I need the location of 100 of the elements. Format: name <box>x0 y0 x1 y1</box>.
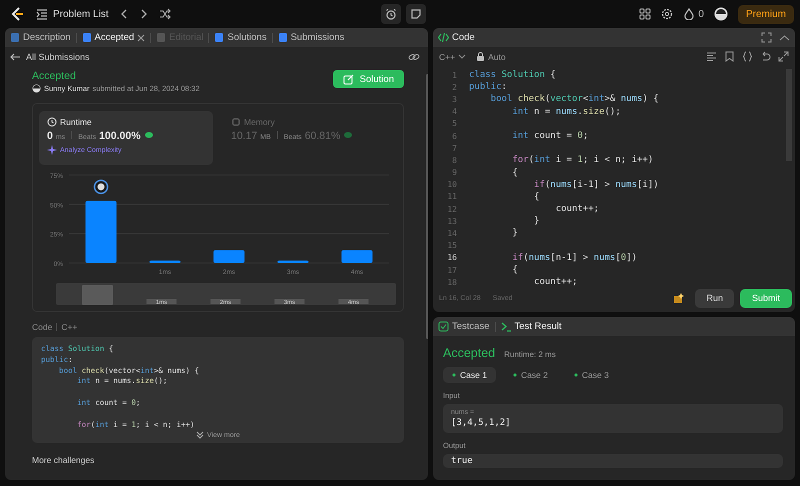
case-tab[interactable]: Case 2 <box>504 367 557 383</box>
tab-icon <box>82 32 92 43</box>
run-button[interactable]: Run <box>695 288 734 308</box>
avatar-icon[interactable] <box>714 7 728 21</box>
back-arrow-icon <box>10 52 21 62</box>
collapse-icon[interactable] <box>779 32 790 42</box>
line-number: 2 <box>451 82 458 92</box>
stat-title-text: Memory <box>244 117 275 127</box>
line-number: 10 <box>446 180 458 190</box>
logo-icon <box>10 6 26 22</box>
line-number: 3 <box>451 94 458 104</box>
grid-icon[interactable] <box>639 8 652 20</box>
fullscreen-icon[interactable] <box>761 32 772 43</box>
streak-count[interactable]: 0 <box>698 8 704 20</box>
tab[interactable]: Testcase <box>438 321 490 332</box>
line-number: 6 <box>451 132 458 141</box>
case-tab[interactable]: Case 3 <box>564 367 618 383</box>
line-number: 15 <box>446 241 458 250</box>
note-button[interactable] <box>406 4 426 24</box>
line-number: 5 <box>451 119 458 128</box>
tab[interactable]: Test Result <box>500 321 562 332</box>
code-icon <box>438 32 449 43</box>
pass-dot-icon <box>452 373 456 377</box>
sparkle-box-icon[interactable] <box>673 292 686 304</box>
beats-icon <box>144 131 154 139</box>
format-icon[interactable] <box>706 51 717 62</box>
link-icon[interactable] <box>408 52 420 62</box>
shuffle-icon[interactable] <box>158 8 171 20</box>
code-line: public: <box>469 81 507 94</box>
code-line: if(nums[i-1] > nums[i]) <box>533 178 659 191</box>
code-line: } <box>533 215 540 228</box>
tab[interactable]: Accepted <box>82 32 146 43</box>
sparkle-icon <box>47 145 57 155</box>
line-number: 17 <box>446 266 458 275</box>
line-number: 4 <box>451 107 458 116</box>
language-dropdown[interactable]: C++ <box>439 52 466 62</box>
code-line: int n = nums.size(); <box>511 106 621 118</box>
line-number: 9 <box>451 168 458 178</box>
code-line: count++; <box>554 203 600 216</box>
settings-icon[interactable] <box>661 8 674 20</box>
panel-title: Code <box>452 32 475 43</box>
runtime-text: Runtime: 2 ms <box>504 350 556 359</box>
line-number: 13 <box>446 216 458 226</box>
tab-icon <box>278 32 288 43</box>
beats-icon <box>343 131 354 139</box>
stat-title-text: Runtime <box>60 117 92 127</box>
auto-mode-toggle[interactable]: Auto <box>476 52 506 62</box>
code-line: { <box>511 166 518 179</box>
close-icon[interactable] <box>137 34 146 42</box>
back-link[interactable]: All Submissions <box>10 52 90 62</box>
problem-list-link[interactable]: Problem List <box>53 8 109 20</box>
code-line: count++; <box>533 276 578 288</box>
more-challenges-heading: More challenges <box>32 455 96 466</box>
expand-icon[interactable] <box>778 51 789 62</box>
line-number: 14 <box>446 229 458 238</box>
code-line: int count = 0; <box>511 130 588 142</box>
terminal-icon <box>500 321 512 332</box>
chevron-right-icon[interactable] <box>138 8 149 20</box>
code-label: Code <box>32 322 52 332</box>
code-line: if(nums[n-1] > nums[0]) <box>511 252 638 264</box>
undo-icon[interactable] <box>760 51 771 62</box>
beats-percent: 100.00% <box>99 130 141 142</box>
tab-icon <box>156 32 166 43</box>
line-number: 12 <box>446 204 458 214</box>
bookmark-icon[interactable] <box>724 51 735 62</box>
result-status: Accepted <box>443 346 496 360</box>
line-number: 8 <box>451 156 458 165</box>
note-icon <box>410 8 422 20</box>
double-chevron-icon <box>196 431 204 440</box>
code-line: { <box>511 264 518 276</box>
stat-value: 10.17 <box>231 130 258 142</box>
alarm-clock-button[interactable] <box>381 4 401 24</box>
output-value: true <box>451 456 474 466</box>
line-number: 11 <box>446 192 458 202</box>
pass-dot-icon <box>512 373 517 377</box>
language-label: C++ <box>61 322 78 332</box>
tab[interactable]: Description <box>10 32 71 43</box>
tab[interactable]: Submissions <box>278 32 344 43</box>
line-number: 7 <box>451 144 458 153</box>
code-line: bool check(vector<int>& nums) { <box>490 93 659 106</box>
clock-icon <box>47 117 57 127</box>
pass-dot-icon <box>574 373 578 377</box>
code-line: class Solution { <box>469 69 556 82</box>
code-line: for(int i = 1; i < n; i++) <box>511 154 654 167</box>
line-number: 1 <box>451 70 458 80</box>
lock-icon <box>476 52 486 62</box>
code-line: { <box>533 190 540 204</box>
list-icon[interactable] <box>36 8 48 20</box>
checkbox-icon <box>438 321 449 332</box>
premium-button[interactable]: Premium <box>738 4 794 24</box>
braces-icon[interactable] <box>742 51 753 62</box>
chip-icon <box>231 117 241 127</box>
tab[interactable]: Solutions <box>214 32 267 43</box>
avatar-marker-icon <box>94 180 108 194</box>
parameter-value: [3,4,5,1,2] <box>451 418 512 428</box>
beats-percent: 60.81% <box>304 130 340 142</box>
caret-icon <box>458 53 466 60</box>
chevron-left-icon[interactable] <box>118 8 129 20</box>
stat-value: 0 <box>47 130 53 142</box>
case-tab[interactable]: Case 1 <box>443 367 496 383</box>
